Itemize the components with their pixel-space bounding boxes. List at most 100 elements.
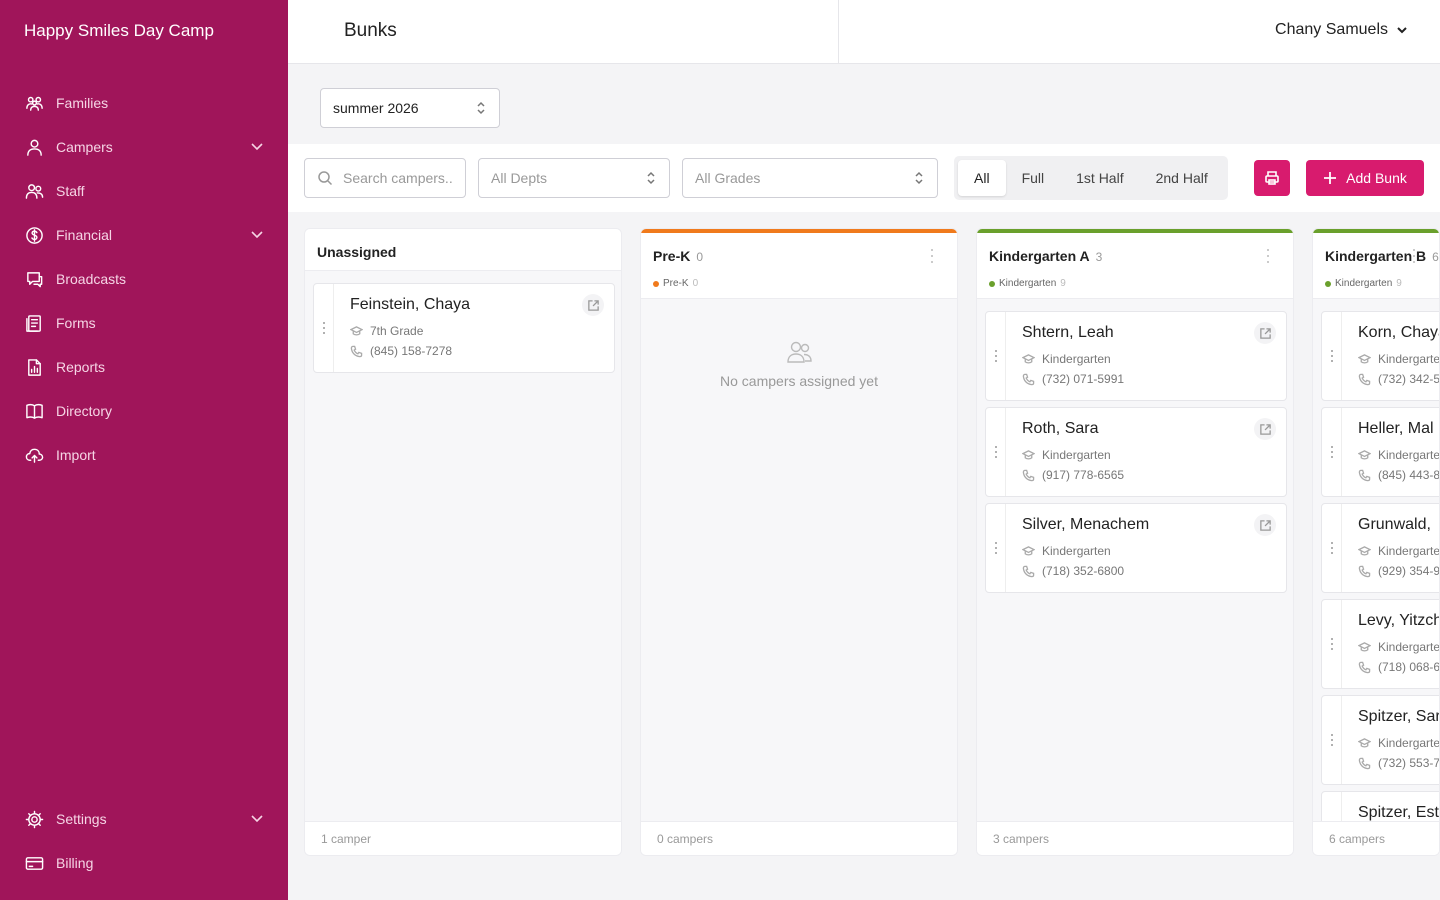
segment-all[interactable]: All [958,160,1006,196]
page-title: Bunks [344,20,397,41]
segment-full[interactable]: Full [1006,160,1061,196]
camper-name: Silver, Menachem [1022,516,1150,533]
book-icon [24,401,44,421]
sidebar-item-label: Broadcasts [56,271,127,287]
segment-2nd-half[interactable]: 2nd Half [1140,160,1224,196]
bunk-title: Kindergarten B6 [1325,248,1439,264]
grade-select[interactable]: All Grades [682,158,938,198]
search-box[interactable] [304,158,466,198]
chevron-down-icon [1397,27,1407,34]
camper-name: Shtern, Leah [1022,324,1114,341]
camper-phone: (718) 352-6800 [1022,564,1124,578]
bunk-grade-tag: Kindergarten 9 [1325,278,1402,289]
sidebar-item-campers[interactable]: Campers [0,125,288,169]
camper-card[interactable]: Spitzer, Sar Kindergarten (732) 553-7 [1321,695,1440,785]
drag-handle-icon[interactable] [1322,600,1342,688]
drag-handle-icon[interactable] [1322,408,1342,496]
drag-handle-icon[interactable] [1322,312,1342,400]
phone-icon [1022,373,1035,385]
header-divider [838,0,839,63]
camper-card[interactable]: Heller, Mal Kindergarten (845) 443-8 [1321,407,1439,497]
staff-icon [24,181,44,201]
camper-card[interactable]: Feinstein, Chaya 7th Grade (845) 158-7278 [313,283,615,373]
credit-card-icon [24,853,44,873]
color-dot [989,280,995,287]
kebab-menu-icon[interactable] [1263,249,1273,263]
bunk-column-pre-k: Pre-K 0 Pre-K 0 No campers assigned yet 0 cam… [640,228,958,856]
kebab-menu-icon[interactable] [1409,249,1419,263]
camper-card[interactable]: Silver, Menachem Kindergarten (718) 352-68… [985,503,1287,593]
bunk-title: Unassigned [317,244,397,260]
kebab-menu-icon[interactable] [927,249,937,263]
top-header: Bunks Chany Samuels [288,0,1440,64]
camper-card[interactable]: Shtern, Leah Kindergarten (732) 071-5991 [985,311,1287,401]
edit-icon[interactable] [1254,322,1276,344]
sidebar-item-families[interactable]: Families [0,81,288,125]
edit-icon[interactable] [1254,418,1276,440]
camper-name: Levy, Yitzch [1358,612,1440,629]
user-menu[interactable]: Chany Samuels [1275,21,1408,39]
camper-card[interactable]: Korn, Chaya Kindergarten (732) 342-5 [1321,311,1439,401]
add-bunk-button[interactable]: Add Bunk [1306,160,1424,196]
sidebar-item-label: Financial [56,227,113,243]
drag-handle-icon[interactable] [1322,504,1342,592]
sidebar-item-reports[interactable]: Reports [0,345,288,389]
campers-icon [24,137,44,157]
dollar-icon [24,225,44,245]
sidebar-item-financial[interactable]: Financial [0,213,288,257]
graduation-cap-icon [1358,353,1371,364]
edit-icon[interactable] [582,294,604,316]
camper-card[interactable]: Grunwald, Kindergarten (929) 354-9 [1321,503,1439,593]
chevron-down-icon [250,139,264,156]
camper-phone: (732) 342-5 [1358,372,1439,386]
phone-icon [350,345,363,357]
drag-handle-icon[interactable] [314,284,334,372]
print-button[interactable] [1254,160,1290,196]
camper-grade: Kindergarten [1022,352,1111,366]
chat-icon [24,269,44,289]
sidebar-item-label: Staff [56,183,85,199]
camper-name: Feinstein, Chaya [350,296,471,313]
sidebar-item-label: Billing [56,855,94,871]
forms-icon [24,313,44,333]
empty-state: No campers assigned yet [641,337,957,389]
tag-label: Kindergarten [1335,278,1393,289]
dept-select[interactable]: All Depts [478,158,670,198]
camper-phone: (732) 553-7 [1358,756,1439,770]
phone-icon [1358,661,1371,673]
sidebar-item-import[interactable]: Import [0,433,288,477]
sidebar-item-label: Campers [56,139,113,155]
graduation-cap-icon [1358,641,1371,652]
bunk-footer-count: 0 campers [641,821,957,855]
camper-card[interactable]: Roth, Sara Kindergarten (917) 778-6565 [985,407,1287,497]
sidebar-item-directory[interactable]: Directory [0,389,288,433]
session-filter-segment: All Full 1st Half 2nd Half [954,156,1228,200]
bunk-grade-tag: Kindergarten 9 [989,278,1066,289]
sidebar-item-billing[interactable]: Billing [0,841,288,885]
drag-handle-icon[interactable] [986,504,1006,592]
sidebar-item-broadcasts[interactable]: Broadcasts [0,257,288,301]
sidebar-item-forms[interactable]: Forms [0,301,288,345]
drag-handle-icon[interactable] [986,312,1006,400]
bunk-column-header: Kindergarten B 6 Kindergarten 9 [1313,229,1439,299]
season-select[interactable]: summer 2026 [320,88,500,128]
color-dot [653,280,659,287]
drag-handle-icon[interactable] [1322,696,1342,784]
user-name: Chany Samuels [1275,21,1388,38]
camper-phone: (732) 071-5991 [1022,372,1124,386]
camper-name: Spitzer, Est [1358,804,1439,821]
sidebar-nav-bottom: Settings Billing [0,797,288,885]
drag-handle-icon[interactable] [986,408,1006,496]
camper-phone: (917) 778-6565 [1022,468,1124,482]
sidebar-item-staff[interactable]: Staff [0,169,288,213]
segment-1st-half[interactable]: 1st Half [1060,160,1139,196]
edit-icon[interactable] [1254,514,1276,536]
camper-name: Spitzer, Sar [1358,708,1440,725]
phone-icon [1358,373,1371,385]
camper-card[interactable]: Levy, Yitzch Kindergarten (718) 068-6 [1321,599,1440,689]
users-icon [787,341,812,363]
search-input[interactable] [343,170,453,186]
sidebar-item-settings[interactable]: Settings [0,797,288,841]
add-bunk-label: Add Bunk [1346,170,1407,186]
camper-grade: Kindergarten [1022,544,1111,558]
